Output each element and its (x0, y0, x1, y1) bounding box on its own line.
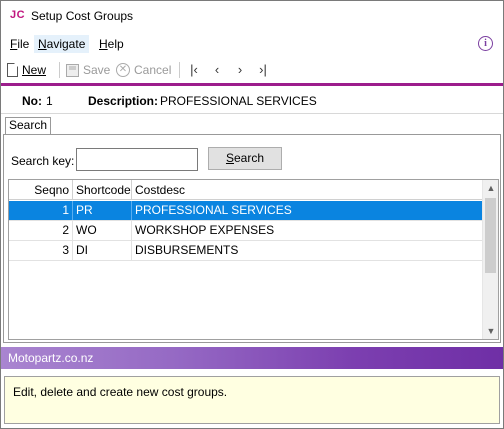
cell-shortcode: DI (73, 241, 132, 260)
grid-header: Seqno Shortcode Costdesc (9, 180, 483, 200)
menu-navigate[interactable]: Navigate (34, 35, 90, 53)
cell-seqno: 3 (9, 241, 73, 260)
search-key-input[interactable] (76, 148, 198, 171)
vertical-scrollbar[interactable]: ▲ ▼ (482, 180, 498, 339)
status-bar: Motopartz.co.nz (1, 347, 503, 369)
description-label: Description: (88, 94, 159, 108)
table-row[interactable]: 3 DI DISBURSEMENTS (9, 241, 483, 261)
previous-record-button[interactable]: ‹ (209, 61, 225, 79)
column-header-shortcode[interactable]: Shortcode (73, 180, 132, 200)
scroll-down-icon[interactable]: ▼ (483, 323, 498, 339)
search-key-label: Search key: (11, 154, 75, 168)
save-icon (66, 63, 79, 77)
search-button[interactable]: Search (208, 147, 282, 170)
help-text: Edit, delete and create new cost groups. (13, 385, 228, 399)
cancel-icon: ✕ (116, 63, 130, 77)
cell-costdesc: WORKSHOP EXPENSES (132, 221, 483, 240)
status-text: Motopartz.co.nz (8, 351, 94, 365)
window-title: Setup Cost Groups (31, 9, 134, 23)
menu-help[interactable]: Help (95, 35, 128, 53)
info-icon[interactable]: i (478, 36, 493, 51)
accent-divider (1, 83, 503, 86)
scrollbar-thumb[interactable] (485, 198, 496, 273)
cell-seqno: 2 (9, 221, 73, 240)
tab-search[interactable]: Search (5, 117, 52, 134)
column-header-seqno[interactable]: Seqno (9, 180, 73, 200)
menu-bar: File Navigate Help i (1, 33, 503, 55)
column-header-costdesc[interactable]: Costdesc (132, 180, 483, 200)
record-no-label: No: (22, 94, 42, 108)
app-logo: JC (10, 9, 26, 21)
next-record-button[interactable]: › (232, 61, 248, 79)
toolbar-separator (59, 62, 60, 78)
description-value: PROFESSIONAL SERVICES (160, 94, 317, 108)
cancel-button[interactable]: ✕ Cancel (116, 61, 171, 79)
record-summary: No: 1 Description: PROFESSIONAL SERVICES (1, 91, 503, 111)
save-button-label: Save (83, 63, 111, 77)
save-button[interactable]: Save (66, 61, 110, 79)
search-panel: Search key: Search Seqno Shortcode Costd… (3, 134, 501, 343)
cell-shortcode: WO (73, 221, 132, 240)
help-panel: Edit, delete and create new cost groups. (4, 376, 500, 424)
toolbar-separator (179, 62, 180, 78)
cost-groups-grid[interactable]: Seqno Shortcode Costdesc 1 PR PROFESSION… (8, 179, 499, 340)
new-button[interactable]: New (7, 61, 46, 79)
cell-seqno: 1 (9, 201, 73, 220)
table-row[interactable]: 2 WO WORKSHOP EXPENSES (9, 221, 483, 241)
cancel-button-label: Cancel (134, 63, 172, 77)
toolbar: New Save ✕ Cancel |‹ ‹ › ›| (1, 57, 503, 83)
new-button-label: New (22, 63, 47, 77)
table-row[interactable]: 1 PR PROFESSIONAL SERVICES (9, 201, 483, 221)
menu-file[interactable]: File (6, 35, 33, 53)
title-bar[interactable]: JC Setup Cost Groups (1, 1, 503, 33)
scroll-up-icon[interactable]: ▲ (483, 180, 498, 196)
cell-shortcode: PR (73, 201, 132, 220)
record-no-value: 1 (46, 94, 53, 108)
cell-costdesc: DISBURSEMENTS (132, 241, 483, 260)
divider (1, 113, 503, 114)
first-record-button[interactable]: |‹ (186, 61, 202, 79)
new-document-icon (7, 63, 18, 77)
setup-cost-groups-window: JC Setup Cost Groups File Navigate Help … (0, 0, 504, 429)
last-record-button[interactable]: ›| (255, 61, 271, 79)
cell-costdesc: PROFESSIONAL SERVICES (132, 201, 483, 220)
